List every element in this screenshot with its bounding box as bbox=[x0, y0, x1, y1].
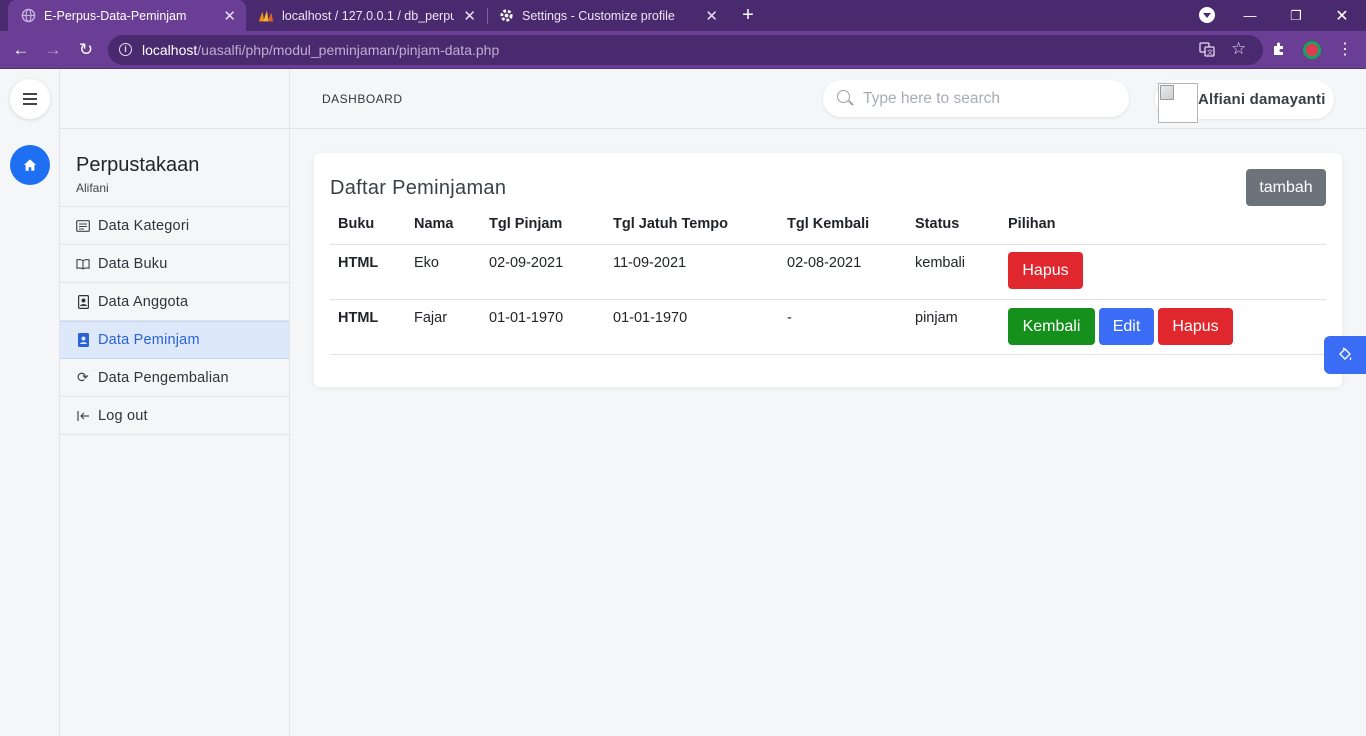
cell-buku: HTML bbox=[338, 255, 379, 271]
cell-tgl-kembali: 02-08-2021 bbox=[787, 255, 862, 271]
top-header: DASHBOARD Alfiani damayanti bbox=[290, 69, 1366, 129]
close-tab-icon[interactable]: ✕ bbox=[463, 7, 476, 25]
search-input[interactable] bbox=[863, 80, 1113, 117]
borrower-icon bbox=[76, 333, 90, 347]
tab-title: E-Perpus-Data-Peminjam bbox=[44, 8, 187, 23]
sidebar-item-data-pengembalian[interactable]: ⟳ Data Pengembalian bbox=[60, 359, 289, 397]
sidebar-item-label: Log out bbox=[98, 407, 148, 424]
extensions-icon[interactable] bbox=[1271, 41, 1287, 61]
tab-title: Settings - Customize profile bbox=[522, 8, 675, 23]
sidebar-item-log-out[interactable]: Log out bbox=[60, 397, 289, 435]
logout-icon bbox=[76, 409, 90, 423]
search-icon bbox=[837, 90, 850, 103]
column-header-status: Status bbox=[915, 216, 960, 232]
column-header-tgl-pinjam: Tgl Pinjam bbox=[489, 216, 563, 232]
sidebar-item-data-buku[interactable]: Data Buku bbox=[60, 245, 289, 283]
minimize-icon[interactable]: — bbox=[1227, 0, 1273, 31]
sidebar-item-label: Data Buku bbox=[98, 255, 168, 272]
url-text[interactable]: localhost/uasalfi/php/modul_peminjaman/p… bbox=[142, 42, 499, 58]
cell-tgl-pinjam: 01-01-1970 bbox=[489, 310, 564, 326]
cell-status: pinjam bbox=[915, 310, 958, 326]
cell-tgl-jatuh-tempo: 01-01-1970 bbox=[613, 310, 688, 326]
close-tab-icon[interactable]: ✕ bbox=[705, 7, 718, 25]
page-title: Daftar Peminjaman bbox=[330, 177, 507, 199]
cell-nama: Fajar bbox=[414, 310, 448, 326]
avatar bbox=[1158, 83, 1198, 123]
cell-tgl-kembali: - bbox=[787, 310, 792, 326]
svg-text:文: 文 bbox=[1207, 49, 1213, 57]
forward-icon[interactable]: → bbox=[40, 38, 66, 62]
sidebar-item-label: Data Anggota bbox=[98, 293, 189, 310]
sidebar-item-data-peminjam[interactable]: Data Peminjam bbox=[60, 321, 289, 359]
phpmyadmin-icon bbox=[258, 8, 274, 24]
tab-search-icon[interactable] bbox=[1199, 7, 1215, 23]
globe-icon bbox=[20, 8, 36, 24]
edit-button[interactable]: Edit bbox=[1099, 308, 1154, 345]
hamburger-menu-button[interactable] bbox=[10, 79, 50, 119]
refresh-icon: ⟳ bbox=[77, 369, 89, 385]
reload-icon[interactable]: ↻ bbox=[73, 38, 99, 62]
brand-title: Perpustakaan bbox=[76, 154, 200, 176]
user-name: Alfiani damayanti bbox=[1198, 91, 1326, 108]
close-tab-icon[interactable]: ✕ bbox=[223, 7, 236, 25]
icon-rail bbox=[0, 69, 60, 736]
column-header-pilihan: Pilihan bbox=[1008, 216, 1056, 232]
cell-status: kembali bbox=[915, 255, 965, 271]
browser-menu-icon[interactable]: ⋮ bbox=[1332, 38, 1358, 62]
sidebar-header-spacer bbox=[60, 69, 289, 129]
brand-subtitle: Alifani bbox=[76, 181, 109, 195]
profile-avatar-icon[interactable] bbox=[1303, 41, 1321, 59]
column-header-nama: Nama bbox=[414, 216, 454, 232]
sidebar-item-label: Data Peminjam bbox=[98, 332, 200, 348]
member-icon bbox=[76, 294, 90, 309]
delete-button[interactable]: Hapus bbox=[1158, 308, 1233, 345]
sidebar-menu: Data Kategori Data Buku Data Anggota Dat… bbox=[60, 206, 289, 435]
column-header-tgl-kembali: Tgl Kembali bbox=[787, 216, 870, 232]
return-button[interactable]: Kembali bbox=[1008, 308, 1095, 345]
browser-tab[interactable]: Settings - Customize profile ✕ bbox=[488, 0, 728, 31]
new-tab-icon[interactable]: + bbox=[737, 3, 759, 27]
browser-toolbar: ← → ↻ i localhost/uasalfi/php/modul_pemi… bbox=[0, 31, 1366, 69]
sidebar-item-data-kategori[interactable]: Data Kategori bbox=[60, 207, 289, 245]
restore-icon[interactable]: ❐ bbox=[1273, 0, 1319, 31]
sidebar-item-data-anggota[interactable]: Data Anggota bbox=[60, 283, 289, 321]
browser-tab-active[interactable]: E-Perpus-Data-Peminjam ✕ bbox=[8, 0, 246, 31]
row-divider bbox=[330, 354, 1326, 355]
table-header-divider bbox=[330, 244, 1326, 245]
site-info-icon[interactable]: i bbox=[119, 43, 132, 56]
home-button[interactable] bbox=[10, 145, 50, 185]
column-header-tgl-jatuh-tempo: Tgl Jatuh Tempo bbox=[613, 216, 728, 232]
hamburger-icon bbox=[23, 98, 37, 100]
bookmark-star-icon[interactable]: ☆ bbox=[1231, 39, 1246, 59]
search-box bbox=[823, 80, 1129, 117]
browser-tab-bar: E-Perpus-Data-Peminjam ✕ localhost / 127… bbox=[0, 0, 1366, 31]
back-icon[interactable]: ← bbox=[8, 38, 34, 62]
theme-settings-button[interactable] bbox=[1324, 336, 1366, 374]
delete-button[interactable]: Hapus bbox=[1008, 252, 1083, 289]
translate-icon[interactable]: 文 bbox=[1199, 41, 1215, 60]
list-icon bbox=[76, 219, 90, 233]
column-header-buku: Buku bbox=[338, 216, 375, 232]
window-close-icon[interactable]: ✕ bbox=[1319, 0, 1365, 31]
book-icon bbox=[76, 257, 90, 271]
borrowing-card: Daftar Peminjaman tambah Buku Nama Tgl P… bbox=[314, 153, 1342, 387]
cell-nama: Eko bbox=[414, 255, 439, 271]
add-button[interactable]: tambah bbox=[1246, 169, 1326, 206]
browser-tab[interactable]: localhost / 127.0.0.1 / db_perpus ✕ bbox=[246, 0, 486, 31]
cell-tgl-pinjam: 02-09-2021 bbox=[489, 255, 564, 271]
paint-bucket-icon bbox=[1339, 347, 1352, 360]
sidebar-item-label: Data Pengembalian bbox=[98, 369, 229, 386]
cell-tgl-jatuh-tempo: 11-09-2021 bbox=[613, 255, 687, 271]
address-bar[interactable]: i localhost/uasalfi/php/modul_peminjaman… bbox=[108, 35, 1263, 65]
row-divider bbox=[330, 299, 1326, 300]
sidebar-item-label: Data Kategori bbox=[98, 217, 190, 234]
breadcrumb[interactable]: DASHBOARD bbox=[322, 92, 403, 106]
home-icon bbox=[23, 159, 37, 171]
page: Perpustakaan Alifani Data Kategori Data … bbox=[0, 69, 1366, 736]
cell-buku: HTML bbox=[338, 310, 379, 326]
user-menu[interactable]: Alfiani damayanti bbox=[1155, 80, 1334, 123]
tab-title: localhost / 127.0.0.1 / db_perpus bbox=[282, 8, 454, 23]
gear-icon bbox=[498, 8, 514, 24]
